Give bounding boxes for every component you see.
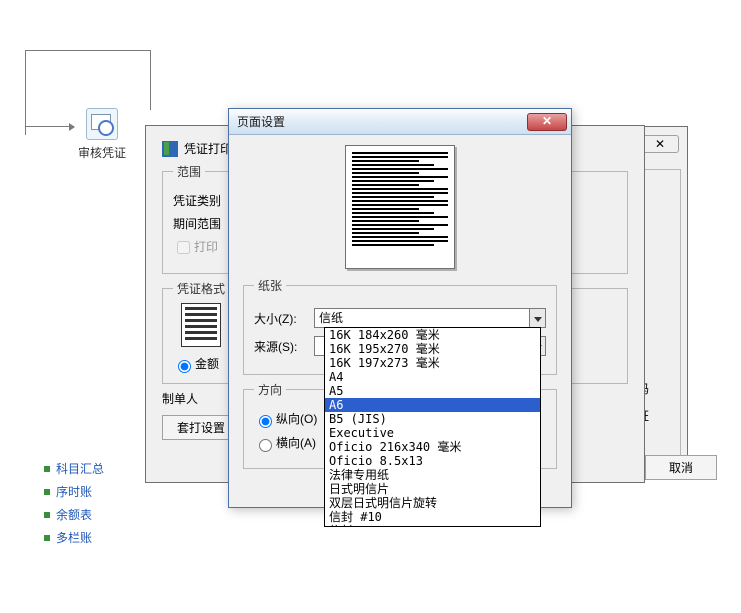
cancel-button[interactable]: 取消 xyxy=(645,455,717,480)
close-icon[interactable]: ✕ xyxy=(527,113,567,131)
dropdown-option[interactable]: A5 xyxy=(325,384,540,398)
paper-size-combo[interactable]: 信纸 xyxy=(314,308,546,328)
voucher-type-label: 凭证类别 xyxy=(173,192,221,209)
dialog-title: 凭证打印 xyxy=(184,140,232,157)
dropdown-option[interactable]: B5 (JIS) xyxy=(325,412,540,426)
dropdown-option[interactable]: 信封 #10 xyxy=(325,510,540,524)
landscape-radio[interactable]: 横向(A) xyxy=(254,434,316,452)
bullet-icon xyxy=(44,512,50,518)
maker-label: 制单人 xyxy=(162,390,198,407)
sidebar-item[interactable]: 科目汇总 xyxy=(44,460,104,477)
page-preview xyxy=(345,145,455,269)
sidebar-links: 科目汇总 序时账 余额表 多栏账 xyxy=(44,460,104,552)
dropdown-option[interactable]: 16K 184x260 毫米 xyxy=(325,328,540,342)
size-label: 大小(Z): xyxy=(254,310,314,327)
period-range-label: 期间范围 xyxy=(173,215,221,232)
format-preview-icon xyxy=(181,303,221,347)
dropdown-option[interactable]: 信封 B5 xyxy=(325,524,540,527)
sidebar-item[interactable]: 余额表 xyxy=(44,506,104,523)
sidebar-item[interactable]: 多栏账 xyxy=(44,529,104,546)
chevron-down-icon[interactable] xyxy=(529,309,545,327)
titlebar[interactable]: 页面设置 ✕ xyxy=(229,109,571,135)
sidebar-item[interactable]: 序时账 xyxy=(44,483,104,500)
dropdown-option[interactable]: A4 xyxy=(325,370,540,384)
dropdown-option[interactable]: 法律专用纸 xyxy=(325,468,540,482)
portrait-radio[interactable]: 纵向(O) xyxy=(254,410,317,428)
amount-radio[interactable]: 金额 xyxy=(173,355,235,373)
document-magnify-icon xyxy=(86,108,118,140)
dropdown-option[interactable]: 16K 195x270 毫米 xyxy=(325,342,540,356)
flow-node-label: 审核凭证 xyxy=(78,144,126,161)
source-label: 来源(S): xyxy=(254,338,314,355)
close-button[interactable]: ✕ xyxy=(641,135,679,153)
dropdown-option[interactable]: Executive xyxy=(325,426,540,440)
page-setup-title: 页面设置 xyxy=(237,113,527,130)
dropdown-option[interactable]: A6 xyxy=(325,398,540,412)
bullet-icon xyxy=(44,535,50,541)
book-icon xyxy=(162,141,178,157)
dropdown-option[interactable]: 日式明信片 xyxy=(325,482,540,496)
paper-size-dropdown[interactable]: 16K 184x260 毫米16K 195x270 毫米16K 197x273 … xyxy=(324,327,541,527)
dropdown-option[interactable]: 双层日式明信片旋转 xyxy=(325,496,540,510)
bullet-icon xyxy=(44,466,50,472)
flow-node-audit[interactable]: 审核凭证 xyxy=(78,108,126,161)
dropdown-option[interactable]: Oficio 8.5x13 xyxy=(325,454,540,468)
flow-arrow xyxy=(26,126,74,127)
bullet-icon xyxy=(44,489,50,495)
dropdown-option[interactable]: 16K 197x273 毫米 xyxy=(325,356,540,370)
print-checkbox: 打印 xyxy=(173,238,218,257)
dropdown-option[interactable]: Oficio 216x340 毫米 xyxy=(325,440,540,454)
